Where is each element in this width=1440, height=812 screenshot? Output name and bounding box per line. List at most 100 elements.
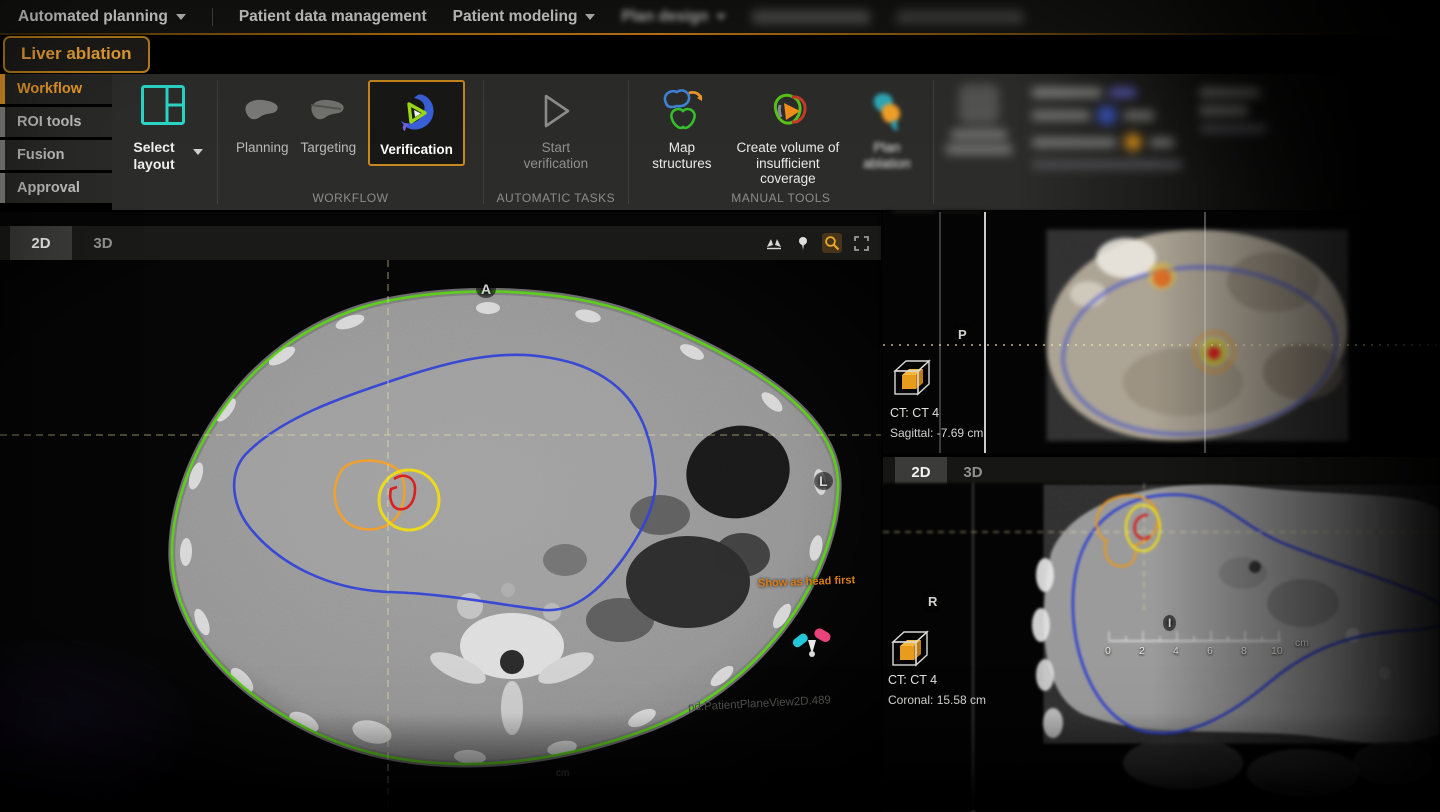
axial-ct-image[interactable] — [0, 260, 881, 810]
ribbon-group-automatic-tasks: Start verification AUTOMATIC TASKS — [488, 74, 624, 210]
modality-label: CT: CT 4 — [888, 673, 937, 687]
map-structures-button[interactable]: Map structures — [647, 82, 717, 171]
chevron-down-icon — [716, 14, 726, 20]
menu-label: Plan design — [621, 8, 708, 26]
workflow-sidebar: Workflow ROI tools Fusion Approval — [0, 74, 112, 206]
targeting-button[interactable]: Targeting — [301, 82, 357, 156]
pin-icon[interactable] — [793, 233, 813, 253]
menu-item-patient-modeling[interactable]: Patient modeling — [453, 8, 596, 26]
coronal-viewport[interactable]: 2D 3D — [883, 455, 1440, 812]
liver-target-icon — [308, 82, 348, 140]
tab-label: 3D — [963, 464, 982, 481]
button-label: Planning — [236, 140, 289, 156]
mirror-icon[interactable] — [764, 233, 784, 253]
select-layout-label: Select layout — [122, 139, 186, 173]
ruler-tick: 10 — [1271, 645, 1283, 657]
tab-label: 2D — [31, 235, 50, 252]
ruler-tick: 6 — [1207, 645, 1213, 657]
ribbon-divider — [217, 80, 218, 204]
layout-grid-icon — [140, 84, 186, 131]
slice-position-label: Coronal: 15.58 cm — [888, 693, 986, 707]
orientation-label-posterior: P — [953, 326, 972, 343]
planning-button[interactable]: Planning — [236, 82, 289, 156]
ribbon-divider — [933, 80, 934, 204]
ruler-tick: 2 — [1139, 645, 1145, 657]
plan-ablation-button[interactable]: Plan ablation — [859, 82, 915, 171]
axial-tab-3d[interactable]: 3D — [72, 226, 134, 260]
coverage-volume-icon — [762, 82, 814, 140]
select-layout-button[interactable]: Select layout — [112, 74, 213, 210]
play-outline-icon — [538, 82, 574, 140]
axial-viewport[interactable]: 2D 3D — [0, 212, 883, 810]
verification-button[interactable]: Verification — [368, 80, 465, 166]
accent-divider — [0, 33, 1440, 35]
tab-liver-ablation[interactable]: Liver ablation — [3, 36, 150, 73]
ribbon-group-workflow: Planning Targeting Verification WORKFLOW — [222, 74, 479, 210]
blurred-ribbon-panel — [1032, 84, 1182, 169]
blurred-menu-item[interactable] — [752, 10, 870, 24]
button-label: Plan ablation — [859, 140, 915, 171]
menu-label: Patient data management — [239, 8, 427, 26]
sidebar-label: ROI tools — [17, 114, 81, 130]
orientation-label-left: L — [814, 472, 833, 490]
coronal-ct-image[interactable] — [883, 483, 1440, 812]
orientation-marker[interactable] — [790, 624, 834, 665]
button-label: Create volume of insufficient coverage — [729, 140, 847, 187]
tab-label: 2D — [911, 464, 930, 481]
sidebar-item-fusion[interactable]: Fusion — [0, 140, 112, 170]
sidebar-item-workflow[interactable]: Workflow — [0, 74, 112, 104]
sidebar-item-approval[interactable]: Approval — [0, 173, 112, 203]
tab-label: 3D — [93, 235, 112, 252]
axial-tab-bar: 2D 3D — [0, 226, 881, 260]
button-label: Start verification — [513, 140, 599, 171]
menu-item-automated-planning[interactable]: Automated planning — [18, 8, 186, 26]
expand-icon[interactable] — [851, 233, 871, 253]
axial-tab-2d[interactable]: 2D — [10, 226, 72, 260]
create-volume-button[interactable]: Create volume of insufficient coverage — [729, 82, 847, 187]
group-label-manual-tools: MANUAL TOOLS — [633, 191, 929, 205]
modality-label: CT: CT 4 — [890, 406, 939, 420]
button-label: Targeting — [301, 140, 357, 156]
ribbon-divider — [628, 80, 629, 204]
sidebar-item-roi-tools[interactable]: ROI tools — [0, 107, 112, 137]
view-cube-icon — [891, 358, 935, 403]
tab-label: Liver ablation — [21, 44, 132, 63]
blurred-ribbon-region — [938, 74, 1272, 210]
group-label-workflow: WORKFLOW — [222, 191, 479, 205]
slice-position-label: Sagittal: -7.69 cm — [890, 426, 983, 440]
button-label: Map structures — [647, 140, 717, 171]
button-label: Verification — [380, 142, 453, 158]
group-label-automatic-tasks: AUTOMATIC TASKS — [488, 191, 624, 205]
sagittal-viewport[interactable]: P CT: CT 4 Sagittal: -7.69 cm — [883, 212, 1440, 453]
orientation-label-anterior: A — [476, 280, 496, 298]
plan-ablation-icon — [864, 82, 910, 140]
liver-icon — [242, 82, 282, 140]
menu-label: Patient modeling — [453, 8, 578, 26]
menu-item-patient-data-management[interactable]: Patient data management — [239, 8, 427, 26]
menu-label: Automated planning — [18, 8, 168, 26]
menu-divider — [212, 8, 213, 26]
ruler-unit-label: cm — [556, 768, 569, 779]
chevron-down-icon — [193, 149, 203, 155]
top-menu-bar: Automated planning Patient data manageme… — [0, 0, 1440, 34]
start-verification-button[interactable]: Start verification — [513, 82, 599, 171]
blurred-menu-item[interactable] — [896, 10, 1024, 24]
ruler-tick: 0 — [1105, 645, 1111, 657]
sidebar-label: Workflow — [17, 81, 82, 97]
verification-icon — [393, 84, 439, 142]
ruler-unit-label: cm — [1295, 637, 1309, 649]
ribbon-divider — [483, 80, 484, 204]
blurred-ribbon-panel — [1200, 84, 1266, 133]
blurred-ribbon-button[interactable] — [944, 84, 1014, 154]
sidebar-label: Approval — [17, 180, 80, 196]
ruler-tick: 8 — [1241, 645, 1247, 657]
ribbon-group-manual-tools: Map structures Create volume of insuffic… — [633, 74, 929, 210]
axial-view-tools — [764, 233, 871, 253]
chevron-down-icon — [176, 14, 186, 20]
chevron-down-icon — [585, 14, 595, 20]
view-cube-icon — [889, 629, 933, 674]
menu-item-plan-design[interactable]: Plan design — [621, 8, 726, 26]
map-structures-icon — [656, 82, 708, 140]
magnifier-icon[interactable] — [822, 233, 842, 253]
ribbon-toolbar: Select layout Planning Targeting — [112, 74, 1440, 210]
